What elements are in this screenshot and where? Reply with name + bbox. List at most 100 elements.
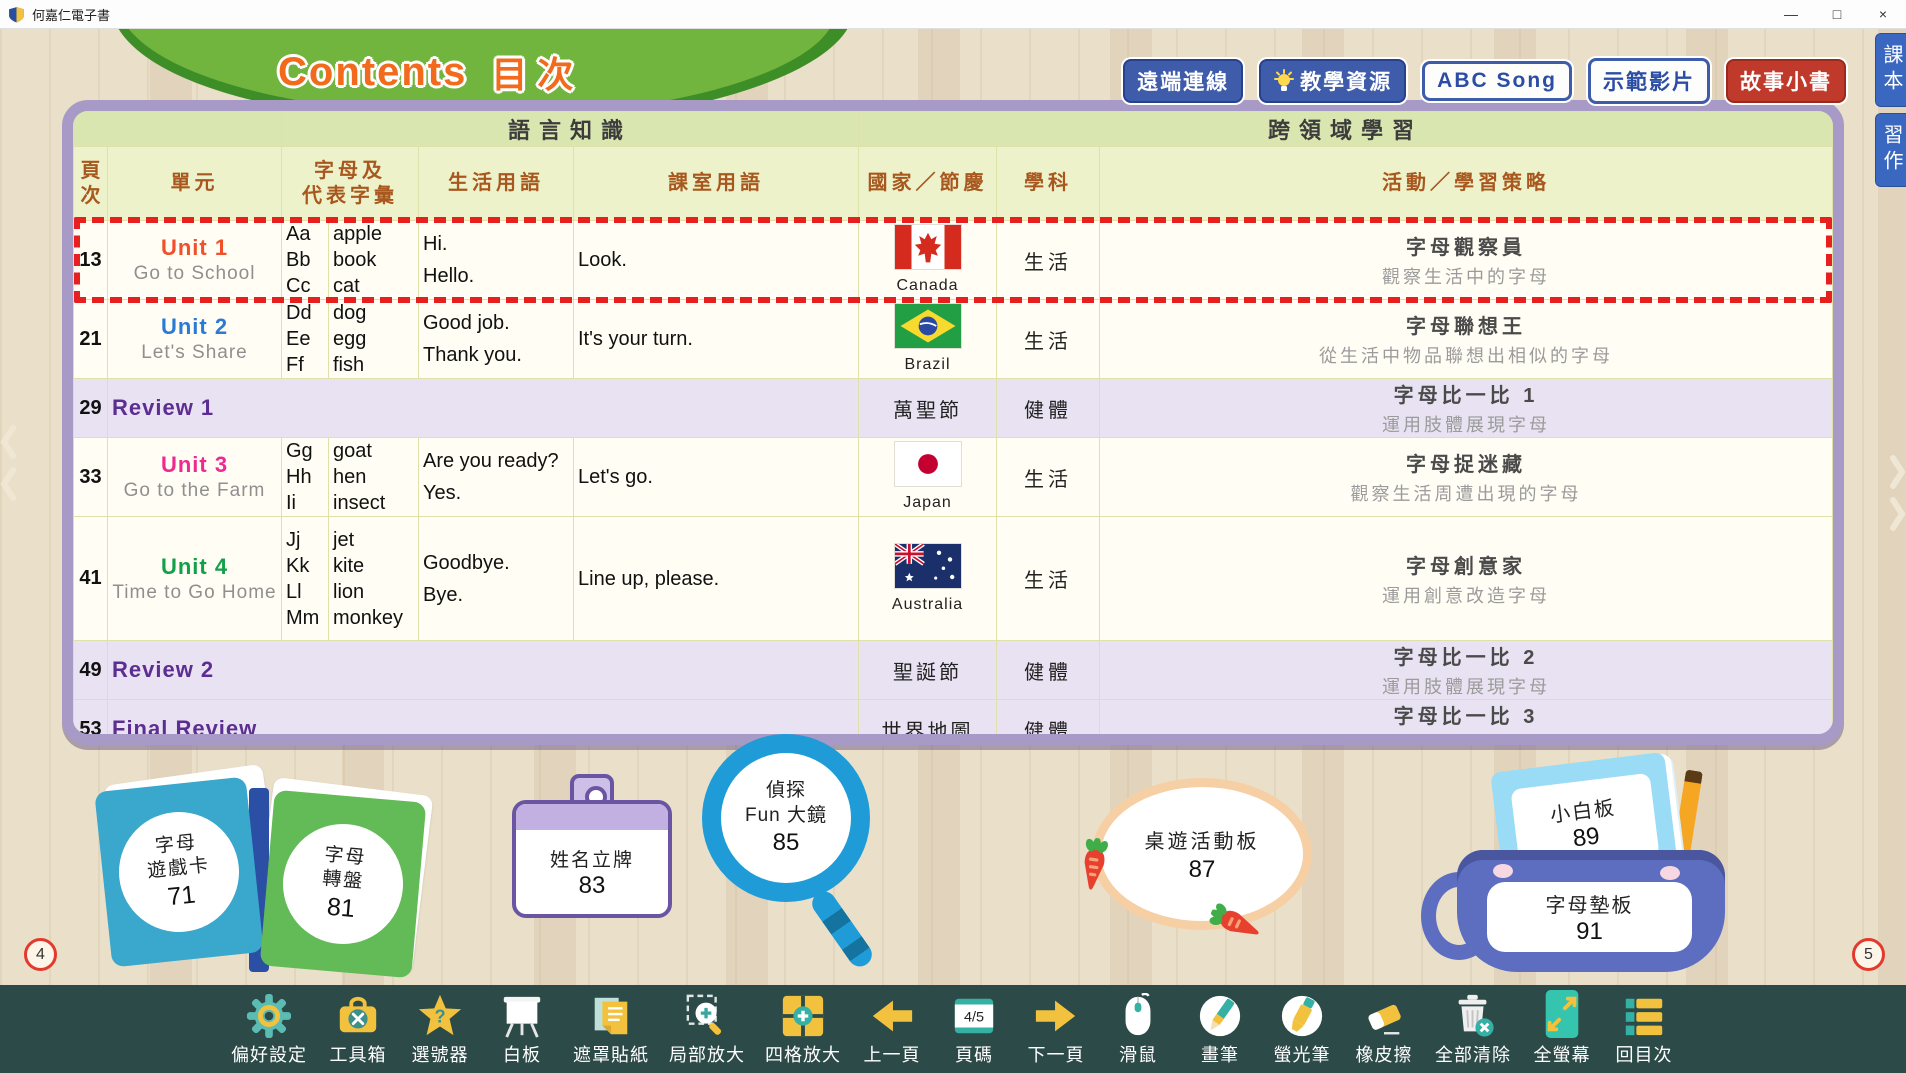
toolbar-item-page-number[interactable]: 4/5頁碼 xyxy=(943,989,1005,1067)
magnifier-lens: 偵探 Fun 大鏡 85 xyxy=(702,734,870,902)
header-button[interactable]: 遠端連線 xyxy=(1123,59,1243,103)
words-cell: applebookcat xyxy=(329,221,419,300)
toolbar-item-label: 白板 xyxy=(503,1041,541,1067)
header-button[interactable]: 教學資源 xyxy=(1259,59,1406,103)
toolbar-item-zoom-grid[interactable]: 四格放大 xyxy=(765,989,841,1067)
toolbar-item-label: 橡皮擦 xyxy=(1356,1041,1413,1067)
header-button-label: ABC Song xyxy=(1437,69,1557,93)
country-name: Japan xyxy=(863,494,992,512)
subject-cell: 生活 xyxy=(997,221,1100,300)
col-header-activity: 活動／學習策略 xyxy=(1100,147,1833,221)
toolbar-item-arrow-right[interactable]: 下一頁 xyxy=(1025,989,1087,1067)
letter-game-cards-book[interactable]: 字母 遊戲卡 71 字母 轉盤 81 xyxy=(95,770,440,975)
flag-australia-icon xyxy=(895,544,961,588)
page-number-icon: 4/5 xyxy=(951,989,997,1039)
letter-wheel-label: 字母 轉盤 xyxy=(321,843,367,894)
toolbar-item-trash-clear[interactable]: 全部清除 xyxy=(1435,989,1511,1067)
flag-canada-icon xyxy=(895,225,961,269)
classroom-expressions-cell: Look. xyxy=(574,221,859,300)
activity-cell: 字母聯想王從生活中物品聯想出相似的字母 xyxy=(1100,300,1833,379)
toolbar-item-sticky-notes[interactable]: 遮罩貼紙 xyxy=(573,989,649,1067)
toolbar-item-highlighter[interactable]: 螢光筆 xyxy=(1271,989,1333,1067)
subject-cell: 健體 xyxy=(997,379,1100,438)
header-button-label: 故事小書 xyxy=(1740,66,1832,96)
zoom-grid-icon xyxy=(780,989,826,1039)
lightbulb-icon xyxy=(1273,69,1295,93)
close-button[interactable]: × xyxy=(1860,0,1906,28)
letters-cell: DdEeFf xyxy=(282,300,329,379)
table-row: 13Unit 1Go to SchoolAaBbCcapplebookcatHi… xyxy=(74,221,1833,300)
classroom-expressions-cell: It's your turn. xyxy=(574,300,859,379)
toolbar-item-label: 遮罩貼紙 xyxy=(573,1041,649,1067)
unit-subtitle: Time to Go Home xyxy=(112,582,277,604)
next-page-edge-arrow[interactable] xyxy=(1890,452,1906,536)
pen-icon xyxy=(1197,989,1243,1039)
toolbar-item-arrow-left[interactable]: 上一頁 xyxy=(861,989,923,1067)
detective-magnifier-card[interactable]: 偵探 Fun 大鏡 85 xyxy=(702,734,912,964)
contents-table: 語言知識 跨領域學習 頁次 單元 字母及 代表字彙 生活用語 課室用語 國家／節… xyxy=(62,100,1844,745)
toolbar-item-label: 畫筆 xyxy=(1201,1041,1239,1067)
unit-title: Unit 3 xyxy=(112,452,277,478)
review-title-cell: Review 1 xyxy=(108,379,859,438)
table-row: 49Review 2聖誕節健體字母比一比 2運用肢體展現字母 xyxy=(74,641,1833,700)
maximize-button[interactable]: □ xyxy=(1814,0,1860,28)
letter-game-cards-page: 71 xyxy=(166,881,197,913)
activity-cell: 字母比一比 3運用肢體展現字母 xyxy=(1100,700,1833,746)
letter-wheel-page: 81 xyxy=(326,893,356,924)
side-tab[interactable]: 習作 xyxy=(1875,113,1906,187)
activity-cell: 字母比一比 2運用肢體展現字母 xyxy=(1100,641,1833,700)
whiteboard-label: 小白板 xyxy=(1548,791,1617,828)
group-header-crossdomain: 跨領域學習 xyxy=(859,112,1833,147)
header-button[interactable]: 故事小書 xyxy=(1726,59,1846,103)
country-cell: Australia xyxy=(859,517,997,641)
letters-cell: AaBbCc xyxy=(282,221,329,300)
activity-cell: 字母觀察員觀察生活中的字母 xyxy=(1100,221,1833,300)
toolbar-item-fullscreen[interactable]: 全螢幕 xyxy=(1531,989,1593,1067)
toolbar-item-label: 下一頁 xyxy=(1028,1041,1085,1067)
letter-mat-label: 字母墊板 xyxy=(1546,889,1634,918)
col-header-subject: 學科 xyxy=(997,147,1100,221)
board-game-card[interactable]: 桌遊活動板 87 xyxy=(1092,778,1312,930)
toolbar-item-toolbox[interactable]: 工具箱 xyxy=(327,989,389,1067)
arrow-left-icon xyxy=(869,989,915,1039)
mouse-icon xyxy=(1115,989,1161,1039)
book-right-page: 字母 轉盤 81 xyxy=(260,790,427,979)
unit-subtitle: Go to School xyxy=(112,263,277,285)
letters-cell: GgHhIi xyxy=(282,438,329,517)
unit-cell: Unit 2Let's Share xyxy=(108,300,282,379)
letter-mat-page: 91 xyxy=(1576,918,1603,946)
flag-brazil-icon xyxy=(895,304,961,348)
toolbar-item-label: 頁碼 xyxy=(955,1041,993,1067)
toolbar-item-label: 局部放大 xyxy=(669,1041,745,1067)
magnifier-handle xyxy=(808,887,877,971)
page-number-cell: 53 xyxy=(74,700,108,746)
toolbar-item-star-question[interactable]: ?選號器 xyxy=(409,989,471,1067)
highlighter-icon xyxy=(1279,989,1325,1039)
page-number-cell: 33 xyxy=(74,438,108,517)
toolbar-item-label: 選號器 xyxy=(412,1041,469,1067)
toolbar-item-eraser[interactable]: 橡皮擦 xyxy=(1353,989,1415,1067)
activity-subtitle: 運用肢體展現字母 xyxy=(1104,732,1828,745)
country-name: Australia xyxy=(863,596,992,614)
toolbar-item-mouse[interactable]: 滑鼠 xyxy=(1107,989,1169,1067)
col-header-unit: 單元 xyxy=(108,147,282,221)
toolbar-item-toc-list[interactable]: 回目次 xyxy=(1613,989,1675,1067)
name-plate-card[interactable]: 姓名立牌 83 xyxy=(512,800,672,918)
toolbar-item-zoom-region[interactable]: 局部放大 xyxy=(669,989,745,1067)
prev-page-edge-arrow[interactable] xyxy=(0,422,16,506)
minimize-button[interactable]: — xyxy=(1768,0,1814,28)
page-title-en: Contents xyxy=(278,50,467,95)
app-logo-shield-icon xyxy=(8,6,25,23)
header-button[interactable]: ABC Song xyxy=(1422,61,1572,101)
toolbar-item-gear[interactable]: 偏好設定 xyxy=(231,989,307,1067)
daily-expressions-cell: Hi.Hello. xyxy=(419,221,574,300)
page-badge-right: 5 xyxy=(1852,938,1885,971)
letter-mat-card[interactable]: 字母墊板 91 xyxy=(1487,882,1692,952)
side-tab[interactable]: 課本 xyxy=(1875,33,1906,107)
unit-subtitle: Go to the Farm xyxy=(112,480,277,502)
activity-title: 字母創意家 xyxy=(1104,550,1828,579)
toolbar-item-easel[interactable]: 白板 xyxy=(491,989,553,1067)
toolbar-item-pen[interactable]: 畫筆 xyxy=(1189,989,1251,1067)
daily-expressions-cell: Are you ready?Yes. xyxy=(419,438,574,517)
header-button[interactable]: 示範影片 xyxy=(1588,58,1710,104)
